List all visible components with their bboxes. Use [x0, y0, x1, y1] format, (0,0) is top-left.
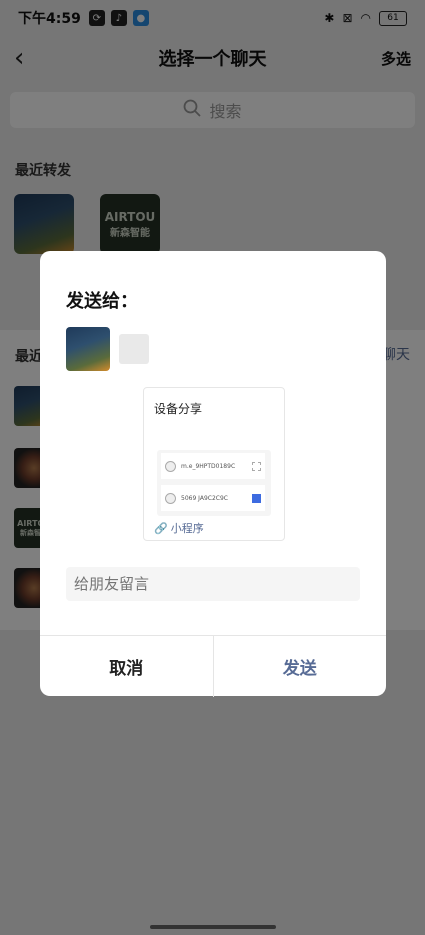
device-checkbox: [252, 493, 261, 503]
link-icon: 🔗: [154, 522, 168, 535]
card-footer: 🔗 小程序: [154, 520, 204, 536]
device-icon: [165, 492, 176, 504]
device-item: m.e_9HPTD0189C: [161, 453, 265, 479]
send-button[interactable]: 发送: [214, 636, 387, 697]
send-dialog: 发送给： 设备分享 m.e_9HPTD0189C 5069 JA9C2C9C 🔗…: [40, 251, 386, 697]
recipient-name-blurred: [119, 334, 149, 364]
dialog-actions: 取消 发送: [40, 635, 386, 697]
recipient-avatar: [66, 327, 110, 371]
device-item: 5069 JA9C2C9C: [161, 485, 265, 511]
home-indicator[interactable]: [150, 925, 276, 929]
device-icon: [165, 460, 176, 472]
card-footer-label: 小程序: [170, 522, 204, 535]
device-name: 5069 JA9C2C9C: [181, 494, 228, 502]
card-preview: m.e_9HPTD0189C 5069 JA9C2C9C: [157, 450, 271, 516]
cancel-button[interactable]: 取消: [40, 636, 214, 697]
dialog-title: 发送给：: [66, 291, 138, 312]
device-checkbox: [252, 461, 261, 471]
message-input[interactable]: [66, 567, 360, 601]
card-title: 设备分享: [154, 402, 203, 416]
mini-program-card: 设备分享 m.e_9HPTD0189C 5069 JA9C2C9C 🔗 小程序: [143, 387, 285, 541]
app-screen: 下午4:59 ⟳ ♪ ● ✱ ⊠ ◠ 61 ‹ 选择一个聊天 多选 搜索 最近转…: [0, 0, 425, 935]
device-name: m.e_9HPTD0189C: [181, 462, 236, 470]
